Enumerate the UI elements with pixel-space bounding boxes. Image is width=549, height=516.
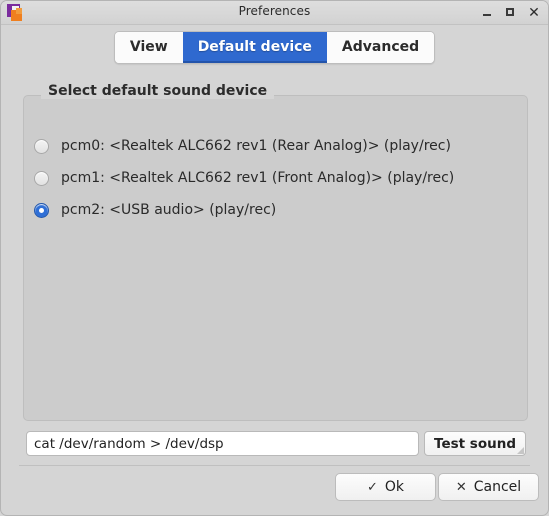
cross-icon: ✕ <box>455 479 467 495</box>
test-sound-button[interactable]: Test sound <box>424 431 526 456</box>
test-command-input[interactable] <box>26 431 420 456</box>
radio-icon-pcm0[interactable] <box>34 138 49 154</box>
group-title: Select default sound device <box>41 83 275 99</box>
tab-default-device[interactable]: Default device <box>182 32 327 63</box>
device-option-pcm0[interactable]: pcm0: <Realtek ALC662 rev1 (Rear Analog)… <box>34 130 454 162</box>
window-controls: ✕ <box>482 1 540 24</box>
maximize-icon[interactable] <box>505 7 517 19</box>
sound-device-groupbox: pcm0: <Realtek ALC662 rev1 (Rear Analog)… <box>23 95 528 421</box>
device-label-pcm1: pcm1: <Realtek ALC662 rev1 (Front Analog… <box>61 170 455 186</box>
tab-view[interactable]: View <box>114 32 183 63</box>
test-command-row: Test sound <box>26 431 526 456</box>
tab-advanced[interactable]: Advanced <box>326 32 435 63</box>
radio-icon-pcm2[interactable] <box>34 202 49 218</box>
device-label-pcm0: pcm0: <Realtek ALC662 rev1 (Rear Analog)… <box>61 138 451 154</box>
preferences-window: Preferences ✕ View Default device Advanc… <box>0 0 549 516</box>
window-title: Preferences <box>238 4 311 18</box>
tab-bar-wrapper: View Default device Advanced <box>1 31 548 64</box>
ok-button[interactable]: ✓ Ok <box>335 473 436 501</box>
device-radio-list: pcm0: <Realtek ALC662 rev1 (Rear Analog)… <box>34 130 454 226</box>
check-icon: ✓ <box>366 479 378 495</box>
cancel-button-label: Cancel <box>473 479 522 495</box>
close-icon[interactable]: ✕ <box>528 6 540 20</box>
dialog-actions: ✓ Ok ✕ Cancel <box>335 473 539 501</box>
device-label-pcm2: pcm2: <USB audio> (play/rec) <box>61 202 277 218</box>
radio-icon-pcm1[interactable] <box>34 170 49 186</box>
minimize-icon[interactable] <box>482 7 494 19</box>
cancel-button[interactable]: ✕ Cancel <box>438 473 539 501</box>
footer-separator <box>19 465 530 466</box>
title-bar: Preferences ✕ <box>1 1 548 25</box>
ok-button-label: Ok <box>384 479 405 495</box>
device-option-pcm1[interactable]: pcm1: <Realtek ALC662 rev1 (Front Analog… <box>34 162 454 194</box>
tab-bar: View Default device Advanced <box>113 31 436 64</box>
device-option-pcm2[interactable]: pcm2: <USB audio> (play/rec) <box>34 194 454 226</box>
